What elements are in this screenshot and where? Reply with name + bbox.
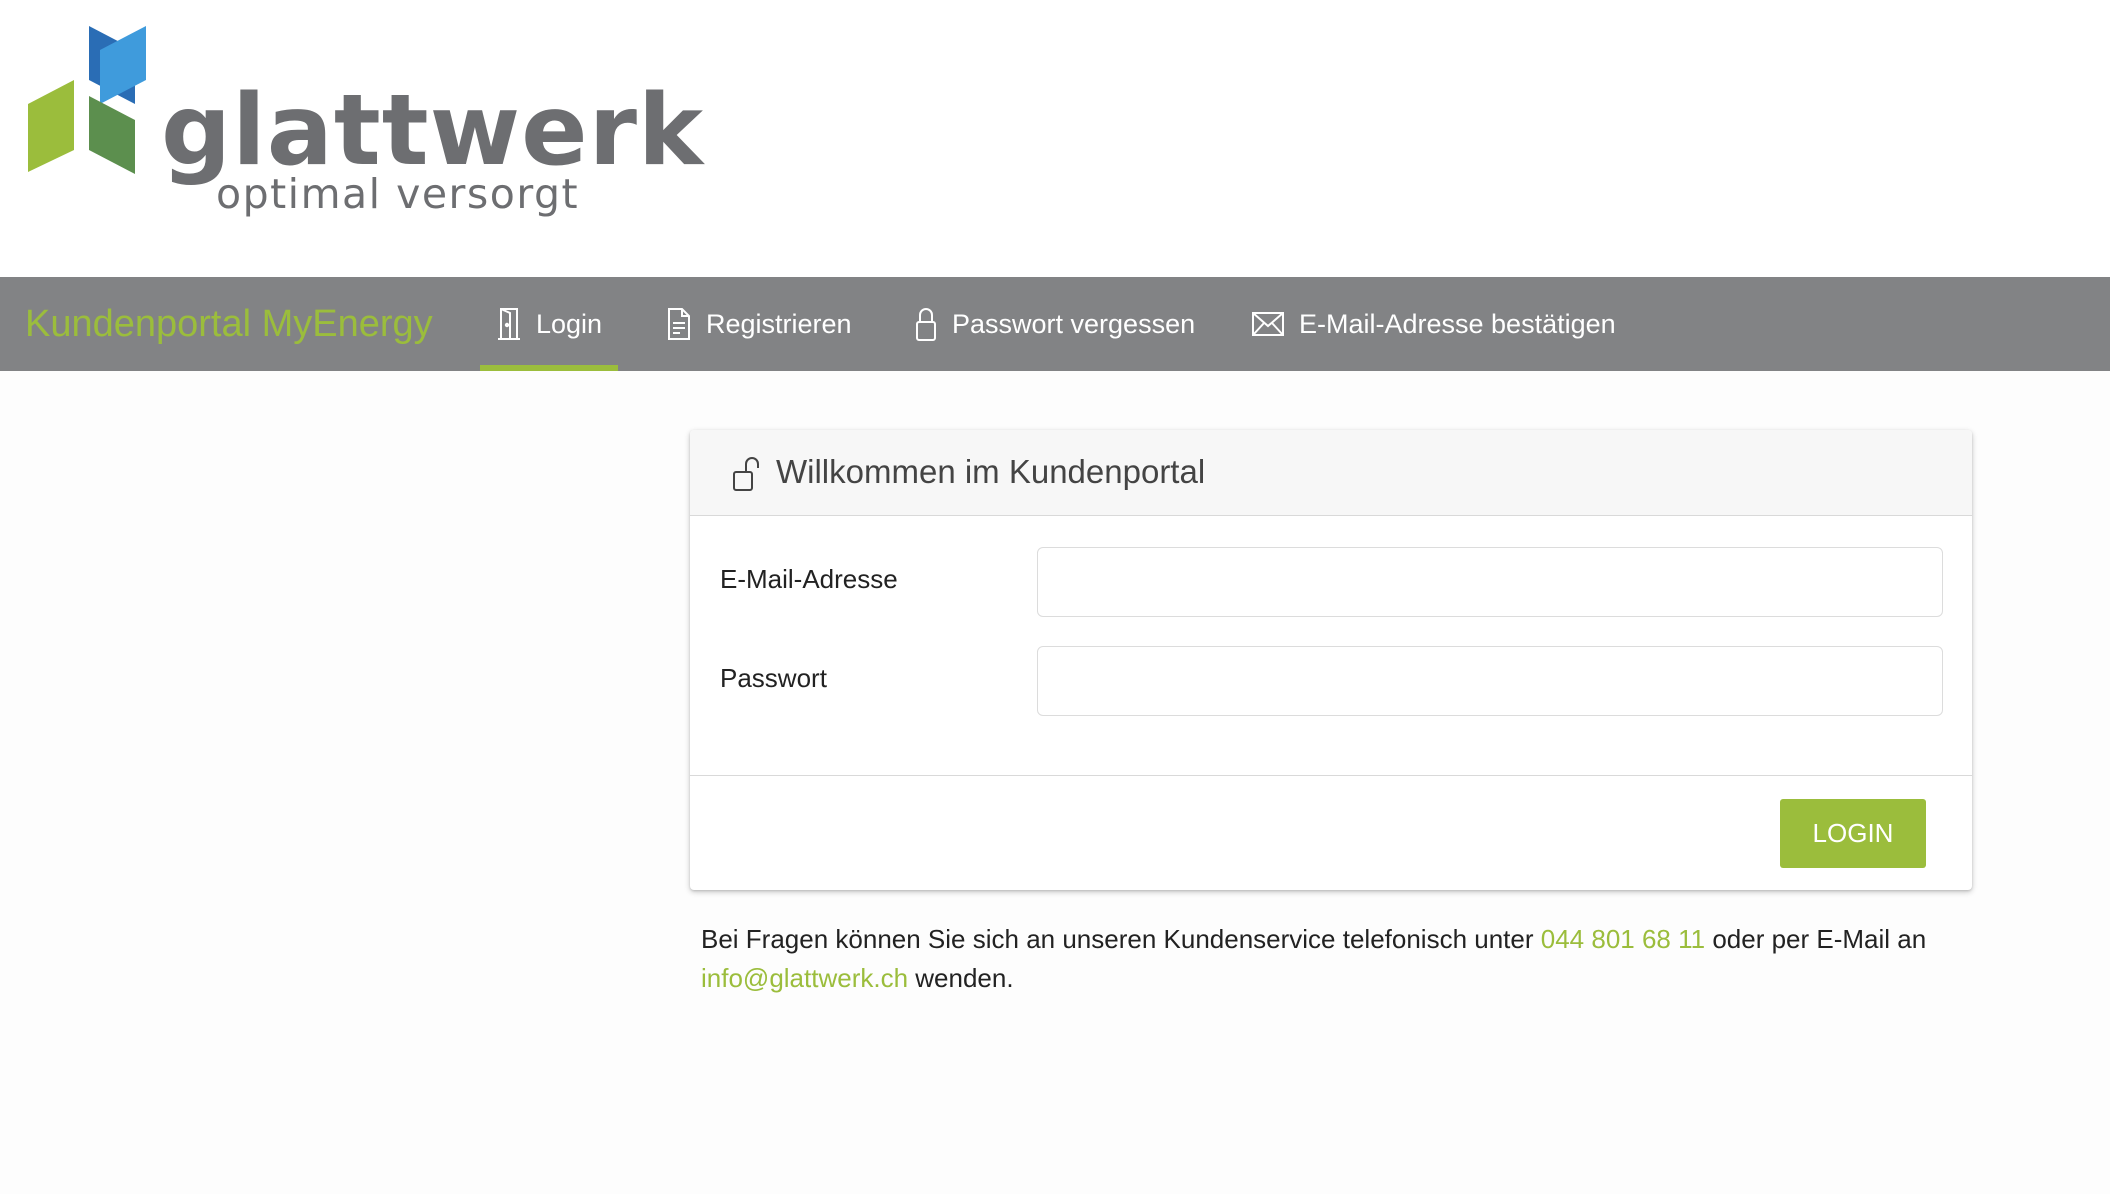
nav-item-forgot-password[interactable]: Passwort vergessen [914, 277, 1195, 371]
document-icon [666, 307, 692, 341]
card-divider [690, 775, 1972, 776]
support-text-start: Bei Fragen können Sie sich an unseren Ku… [701, 924, 1541, 954]
glattwerk-logo[interactable]: glattwerk optimal versorgt [26, 24, 703, 224]
support-text-middle: oder per E-Mail an [1705, 924, 1927, 954]
login-button[interactable]: LOGIN [1780, 799, 1926, 868]
email-field[interactable] [1037, 547, 1943, 617]
support-info: Bei Fragen können Sie sich an unseren Ku… [701, 920, 1991, 998]
logo-wordmark: glattwerk [161, 74, 705, 188]
nav-item-label: Passwort vergessen [952, 308, 1196, 339]
password-label: Passwort [720, 663, 827, 693]
nav-item-register[interactable]: Registrieren [666, 277, 852, 371]
lock-icon [914, 306, 938, 342]
envelope-icon [1251, 311, 1285, 337]
login-card: Willkommen im Kundenportal E-Mail-Adress… [690, 430, 1972, 890]
support-email-link[interactable]: info@glattwerk.ch [701, 963, 908, 993]
support-text-end: wenden. [908, 963, 1014, 993]
nav-item-label: Login [536, 308, 603, 339]
email-label: E-Mail-Adresse [720, 564, 898, 594]
logo-tagline: optimal versorgt [216, 170, 580, 218]
unlock-icon [732, 454, 760, 497]
nav-item-label: E-Mail-Adresse bestätigen [1299, 308, 1616, 339]
card-header: Willkommen im Kundenportal [690, 430, 1972, 516]
main-navbar: Kundenportal MyEnergy Login Registrieren [0, 277, 2110, 371]
support-phone-link[interactable]: 044 801 68 11 [1541, 924, 1705, 954]
nav-item-label: Registrieren [706, 308, 852, 339]
password-field[interactable] [1037, 646, 1943, 716]
door-icon [496, 307, 522, 341]
card-title: Willkommen im Kundenportal [776, 453, 1206, 490]
nav-item-login[interactable]: Login [479, 277, 619, 371]
nav-item-confirm-email[interactable]: E-Mail-Adresse bestätigen [1251, 277, 1616, 371]
portal-brand[interactable]: Kundenportal MyEnergy [25, 302, 433, 346]
logo-mark-icon [28, 26, 146, 174]
site-header: glattwerk optimal versorgt [0, 0, 2110, 277]
